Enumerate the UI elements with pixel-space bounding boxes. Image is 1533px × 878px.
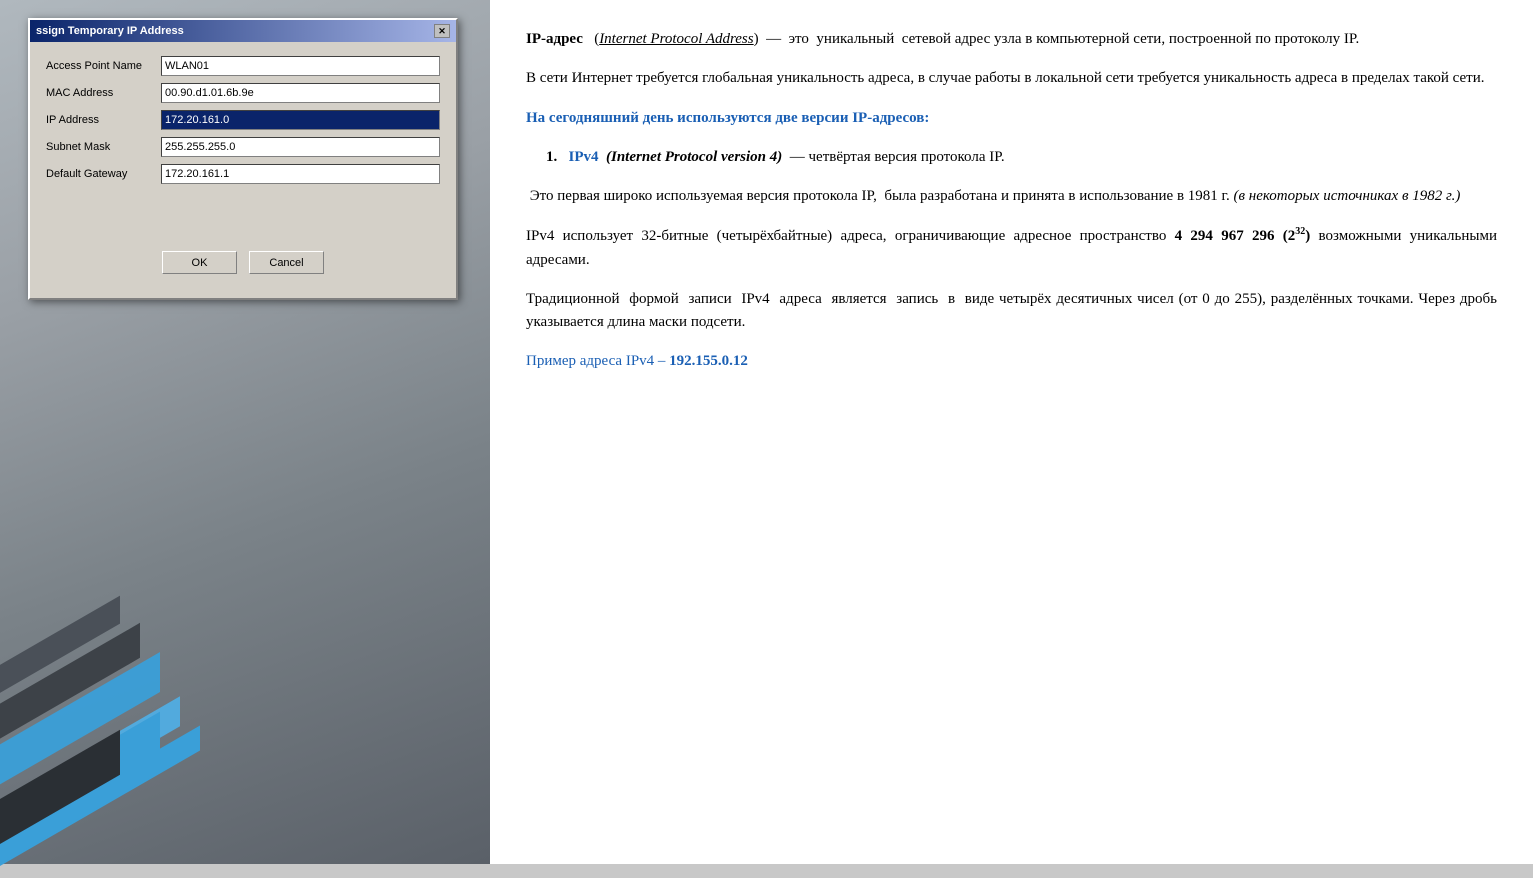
ip-address-full-term: Internet Protocol Address	[599, 31, 753, 47]
access-point-name-label: Access Point Name	[46, 60, 161, 72]
ok-button[interactable]: OK	[162, 251, 237, 274]
cancel-button[interactable]: Cancel	[249, 251, 324, 274]
ipv4-address-count: 4 294 967 296 (232)	[1175, 228, 1311, 244]
mac-address-input[interactable]	[161, 83, 440, 103]
dialog-spacer	[46, 191, 440, 251]
ip-address-row: IP Address	[46, 110, 440, 130]
paragraph-2: В сети Интернет требуется глобальная уни…	[526, 67, 1497, 90]
left-background: ssign Temporary IP Address ✕ Access Poin…	[0, 0, 490, 864]
dialog-titlebar: ssign Temporary IP Address ✕	[30, 20, 456, 42]
dialog-body: Access Point Name MAC Address IP Address…	[30, 42, 456, 298]
dialog-close-button[interactable]: ✕	[434, 24, 450, 38]
access-point-name-row: Access Point Name	[46, 56, 440, 76]
subnet-mask-label: Subnet Mask	[46, 141, 161, 153]
default-gateway-label: Default Gateway	[46, 168, 161, 180]
subnet-mask-row: Subnet Mask	[46, 137, 440, 157]
ipv4-full-name: (Internet Protocol version 4)	[606, 149, 782, 165]
ipv4-heading-para: 1. IPv4 (Internet Protocol version 4) — …	[526, 146, 1497, 169]
ipv4-example-para: Пример адреса IPv4 – 192.155.0.12	[526, 350, 1497, 373]
ipv4-example-text: Пример адреса IPv4 – 192.155.0.12	[526, 353, 748, 369]
access-point-name-input[interactable]	[161, 56, 440, 76]
ipv4-example-value: 192.155.0.12	[669, 353, 748, 369]
default-gateway-row: Default Gateway	[46, 164, 440, 184]
ipv4-label: IPv4	[569, 149, 599, 165]
content-text: IP-адрес (Internet Protocol Address) — э…	[526, 28, 1497, 374]
ipv4-year-note: (в некоторых источниках в 1982 г.)	[1234, 188, 1461, 204]
ip-address-input[interactable]	[161, 110, 440, 130]
dialog-title: ssign Temporary IP Address	[36, 25, 184, 37]
mac-address-row: MAC Address	[46, 83, 440, 103]
blue-heading: На сегодняшний день используются две вер…	[526, 107, 1497, 130]
default-gateway-input[interactable]	[161, 164, 440, 184]
dialog-buttons: OK Cancel	[46, 251, 440, 288]
right-content-area: IP-адрес (Internet Protocol Address) — э…	[490, 0, 1533, 864]
subnet-mask-input[interactable]	[161, 137, 440, 157]
ipv4-history-para: Это первая широко используемая версия пр…	[526, 185, 1497, 208]
ipv4-format-para: Традиционной формой записи IPv4 адреса я…	[526, 288, 1497, 335]
ipv4-number: 1.	[546, 149, 569, 165]
ip-address-label: IP Address	[46, 114, 161, 126]
ipv4-bits-para: IPv4 использует 32-битные (четырёхбайтны…	[526, 224, 1497, 272]
ip-address-term: IP-адрес	[526, 31, 583, 47]
mac-address-label: MAC Address	[46, 87, 161, 99]
assign-ip-dialog: ssign Temporary IP Address ✕ Access Poin…	[28, 18, 458, 300]
paragraph-1: IP-адрес (Internet Protocol Address) — э…	[526, 28, 1497, 51]
